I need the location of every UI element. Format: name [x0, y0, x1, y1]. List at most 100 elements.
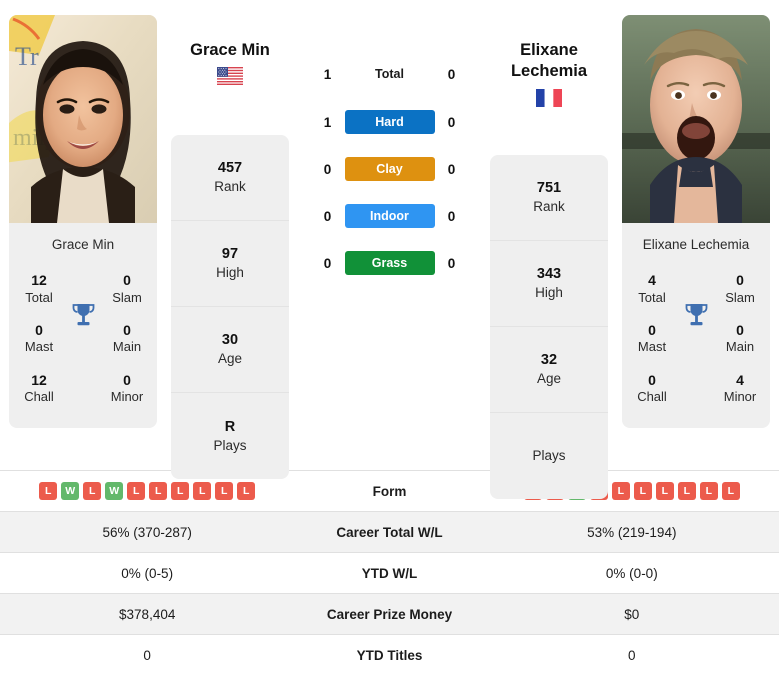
form-badge-l[interactable]: L [611, 482, 630, 500]
fr-flag-icon [536, 88, 562, 107]
player-comparison-page: Tr mily Grace [0, 0, 779, 699]
us-flag-icon [217, 67, 243, 86]
stat-value: 0 [736, 272, 744, 289]
stat-minor-left: 0 Minor [103, 365, 151, 415]
stat-label: Minor [723, 389, 757, 405]
h2h-row-clay: 0 Clay 0 [302, 157, 478, 181]
h2h-row-indoor: 0 Indoor 0 [302, 204, 478, 228]
form-badge-l[interactable]: L [83, 482, 102, 500]
rank-value: R [224, 418, 236, 435]
value-right: 0% (0-0) [605, 565, 658, 581]
row-label-form: Form [372, 483, 407, 499]
stat-value: 4 [736, 371, 744, 388]
form-badge-l[interactable]: L [633, 482, 652, 500]
rank-card-right: 751 Rank 343 High 32 Age Plays [490, 155, 608, 499]
table-row-career-total-wl: 56% (370-287) Career Total W/L 53% (219-… [0, 511, 779, 553]
h2h-left-score: 0 [323, 255, 332, 271]
player-name-block-left: Grace Min [171, 40, 289, 86]
player-card-left[interactable]: Tr mily Grace [9, 15, 157, 429]
form-badge-l[interactable]: L [721, 482, 740, 500]
h2h-surface-pill-indoor[interactable]: Indoor [344, 204, 435, 228]
stat-main-left: 0 Main [103, 315, 151, 365]
form-badge-l[interactable]: L [655, 482, 674, 500]
form-badge-l[interactable]: L [149, 482, 168, 500]
rank-value: 343 [536, 266, 562, 283]
head-to-head-column: 1 Total 0 1 Hard 0 0 Clay 0 0 Indoor 0 0 [289, 10, 490, 298]
stat-main-right: 0 Main [716, 315, 764, 365]
rank-label: High [216, 265, 244, 281]
rank-label: Age [536, 371, 562, 387]
rank-label: Age [217, 351, 243, 367]
player-card-right[interactable]: Elixane Lechemia 4 Total 0 Slam 0 Mast 0… [622, 15, 770, 429]
table-row-ytd-wl: 0% (0-5) YTD W/L 0% (0-0) [0, 552, 779, 594]
row-label-career-prize-money: Career Prize Money [326, 606, 453, 622]
form-badge-l[interactable]: L [127, 482, 146, 500]
player-name-left: Grace Min [190, 41, 270, 59]
value-left: 0 [143, 647, 151, 663]
stat-label: Minor [110, 389, 144, 405]
rank-row-plays-right: Plays [490, 413, 608, 499]
form-badge-l[interactable]: L [193, 482, 212, 500]
rank-value: 30 [221, 332, 239, 349]
rank-value: 32 [540, 352, 558, 369]
stat-value: 4 [648, 272, 656, 289]
player-titles-grid-left: 12 Total 0 Slam 0 Mast 0 Main 12 Chall 0… [9, 265, 157, 428]
player-photo-caption-right: Elixane Lechemia [642, 237, 750, 252]
player-titles-grid-right: 4 Total 0 Slam 0 Mast 0 Main 0 Chall 4 M… [622, 265, 770, 428]
form-badge-l[interactable]: L [237, 482, 256, 500]
stat-label: Main [112, 339, 142, 355]
form-badge-l[interactable]: L [215, 482, 234, 500]
row-label-ytd-wl: YTD W/L [361, 565, 418, 581]
h2h-surface-pill-clay[interactable]: Clay [344, 157, 435, 181]
rank-row-age-left: 30 Age [171, 307, 289, 393]
row-label-career-total-wl: Career Total W/L [336, 524, 443, 540]
h2h-surface-pill-grass[interactable]: Grass [344, 251, 435, 275]
stat-mast-right: 0 Mast [628, 315, 676, 365]
stat-minor-right: 4 Minor [716, 365, 764, 415]
value-left: 56% (370-287) [102, 524, 192, 540]
h2h-row-hard: 1 Hard 0 [302, 110, 478, 134]
stat-label: Total [638, 289, 666, 305]
stat-value: 12 [31, 371, 47, 388]
form-badge-l[interactable]: L [39, 482, 58, 500]
table-row-career-prize-money: $378,404 Career Prize Money $0 [0, 593, 779, 635]
stat-value: 0 [736, 321, 744, 338]
form-badge-l[interactable]: L [677, 482, 696, 500]
rank-row-rank-left: 457 Rank [171, 135, 289, 221]
form-badge-w[interactable]: W [105, 482, 124, 500]
stat-slam-left: 0 Slam [103, 265, 151, 315]
player-name-block-right: Elixane Lechemia [490, 40, 608, 107]
h2h-left-score: 1 [323, 114, 332, 130]
rank-row-high-right: 343 High [490, 241, 608, 327]
rank-value: 97 [221, 246, 239, 263]
h2h-row-total: 1 Total 0 [302, 62, 478, 86]
rank-row-rank-right: 751 Rank [490, 155, 608, 241]
stat-label: Total [25, 289, 53, 305]
form-badge-l[interactable]: L [699, 482, 718, 500]
comparison-stat-table: LWLWLLLLLL Form LLWLLLLLLL 56% (370-287)… [0, 470, 779, 676]
rank-value: 751 [536, 180, 562, 197]
stat-label: Slam [112, 289, 142, 305]
value-left: $378,404 [119, 606, 176, 622]
form-badge-l[interactable]: L [171, 482, 190, 500]
value-right: $0 [624, 606, 640, 622]
h2h-surface-label-total: Total [375, 67, 404, 81]
stat-label: Mast [637, 339, 667, 355]
stat-total-right: 4 Total [628, 265, 676, 315]
form-strip-left: LWLWLLLLLL [0, 482, 294, 500]
h2h-right-score: 0 [447, 114, 456, 130]
player-name-right: Elixane Lechemia [510, 41, 588, 81]
h2h-surface-pill-hard[interactable]: Hard [344, 110, 435, 134]
stat-chall-right: 0 Chall [628, 365, 676, 415]
comparison-header: Tr mily Grace [0, 0, 779, 499]
rank-label: Rank [533, 199, 565, 215]
row-label-ytd-titles: YTD Titles [356, 647, 423, 663]
stat-value: 0 [123, 272, 131, 289]
rank-label: Plays [532, 448, 566, 464]
value-right: 0 [628, 647, 636, 663]
form-badge-w[interactable]: W [61, 482, 80, 500]
h2h-left-score: 0 [323, 208, 332, 224]
stat-value: 0 [648, 371, 656, 388]
table-row-form: LWLWLLLLLL Form LLWLLLLLLL [0, 470, 779, 512]
rank-card-left: 457 Rank 97 High 30 Age R Plays [171, 135, 289, 479]
